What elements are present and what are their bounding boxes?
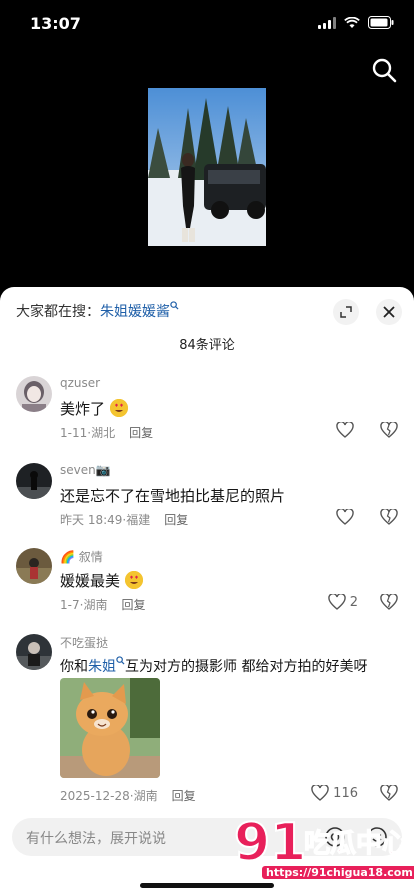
svg-text:91: 91 — [234, 813, 306, 868]
dislike-button[interactable] — [380, 508, 398, 529]
heart-eyes-emoji-icon — [109, 399, 128, 417]
comment-username[interactable]: qzuser — [60, 376, 100, 390]
comment-text: 你和朱姐 互为对方的摄影师 都给对方拍的好美呀 — [60, 656, 367, 676]
comment-username[interactable]: 不吃蛋挞 — [60, 634, 108, 651]
comment-date: 昨天 18:49 — [60, 513, 123, 527]
reply-button[interactable]: 回复 — [129, 426, 153, 440]
like-button[interactable] — [336, 509, 358, 525]
video-player[interactable] — [0, 48, 414, 288]
trending-search[interactable]: 大家都在搜：朱姐媛媛酱 — [16, 301, 179, 321]
comment-sheet: 大家都在搜：朱姐媛媛酱 84条评论 qzuser 美炸了 1-11·湖北回复 — [0, 287, 414, 896]
dislike-button[interactable] — [380, 421, 398, 442]
status-time: 13:07 — [30, 14, 81, 33]
search-icon — [170, 301, 179, 313]
heart-icon — [336, 422, 354, 438]
svg-text:吃瓜中心: 吃瓜中心 — [304, 829, 407, 859]
comment-text-before: 你和 — [60, 659, 88, 675]
comment-meta: 1-7·湖南 回复 — [60, 598, 146, 612]
dislike-button[interactable] — [380, 593, 398, 614]
like-button[interactable]: 116 — [311, 785, 358, 801]
signal-icon — [318, 16, 336, 29]
comment-text-content: 美炸了 — [60, 400, 106, 418]
comment-location: 湖南 — [83, 598, 108, 612]
comment-location: 湖北 — [91, 426, 116, 440]
status-icons — [318, 16, 394, 29]
watermark-url: https://91chigua18.com — [262, 866, 414, 879]
comment-meta: 1-11·湖北 回复 — [60, 426, 154, 440]
avatar[interactable] — [16, 463, 52, 499]
expand-icon — [340, 306, 352, 318]
comment-username[interactable]: seven📷 — [60, 463, 111, 477]
trending-prefix: 大家都在搜： — [16, 304, 100, 320]
reply-button[interactable]: 回复 — [164, 513, 188, 527]
broken-heart-icon — [380, 784, 398, 801]
comment-date: 2025-12-28 — [60, 789, 130, 803]
comment-meta: 昨天 18:49·福建 回复 — [60, 513, 189, 527]
search-icon — [372, 58, 397, 83]
comment-meta: 2025-12-28·湖南 回复 — [60, 789, 196, 803]
heart-icon — [336, 509, 354, 525]
heart-icon — [311, 785, 329, 801]
battery-icon — [368, 16, 394, 29]
comment-date: 1-11 — [60, 426, 88, 440]
comment-text: 还是忘不了在雪地拍比基尼的照片 — [60, 487, 286, 505]
comment-image[interactable] — [60, 678, 160, 778]
broken-heart-icon — [380, 508, 398, 525]
like-count: 2 — [349, 594, 358, 610]
comment-text: 媛媛最美 — [60, 570, 143, 591]
like-button[interactable]: 2 — [328, 594, 358, 610]
wifi-icon — [344, 16, 360, 29]
heart-icon — [328, 594, 346, 610]
comment-date: 1-7 — [60, 598, 80, 612]
avatar[interactable] — [16, 548, 52, 584]
reply-button[interactable]: 回复 — [121, 598, 145, 612]
like-button[interactable] — [336, 422, 358, 438]
search-icon — [116, 656, 125, 668]
expand-button[interactable] — [333, 299, 359, 325]
comment-count: 84条评论 — [179, 338, 235, 353]
broken-heart-icon — [380, 421, 398, 438]
user-mention[interactable]: 朱姐 — [88, 659, 116, 675]
video-thumbnail — [148, 88, 266, 246]
like-count: 116 — [333, 785, 358, 801]
comment-location: 福建 — [126, 513, 151, 527]
home-indicator — [140, 883, 274, 888]
comment-text-content: 媛媛最美 — [60, 572, 121, 590]
heart-eyes-emoji-icon — [124, 571, 143, 589]
avatar[interactable] — [16, 376, 52, 412]
search-button[interactable] — [370, 56, 398, 84]
close-icon — [383, 306, 395, 318]
comment-location: 湖南 — [133, 789, 158, 803]
comment-text-after: 互为对方的摄影师 都给对方拍的好美呀 — [125, 659, 368, 675]
avatar[interactable] — [16, 634, 52, 670]
reply-button[interactable]: 回复 — [172, 789, 196, 803]
comment-text: 美炸了 — [60, 398, 128, 419]
dislike-button[interactable] — [380, 784, 398, 805]
broken-heart-icon — [380, 593, 398, 610]
comment-input-placeholder: 有什么想法，展开说说 — [26, 831, 166, 847]
comment-username[interactable]: 🌈 叙情 — [60, 548, 103, 565]
status-bar: 13:07 — [0, 0, 414, 48]
trending-term[interactable]: 朱姐媛媛酱 — [100, 304, 170, 320]
close-button[interactable] — [376, 299, 402, 325]
